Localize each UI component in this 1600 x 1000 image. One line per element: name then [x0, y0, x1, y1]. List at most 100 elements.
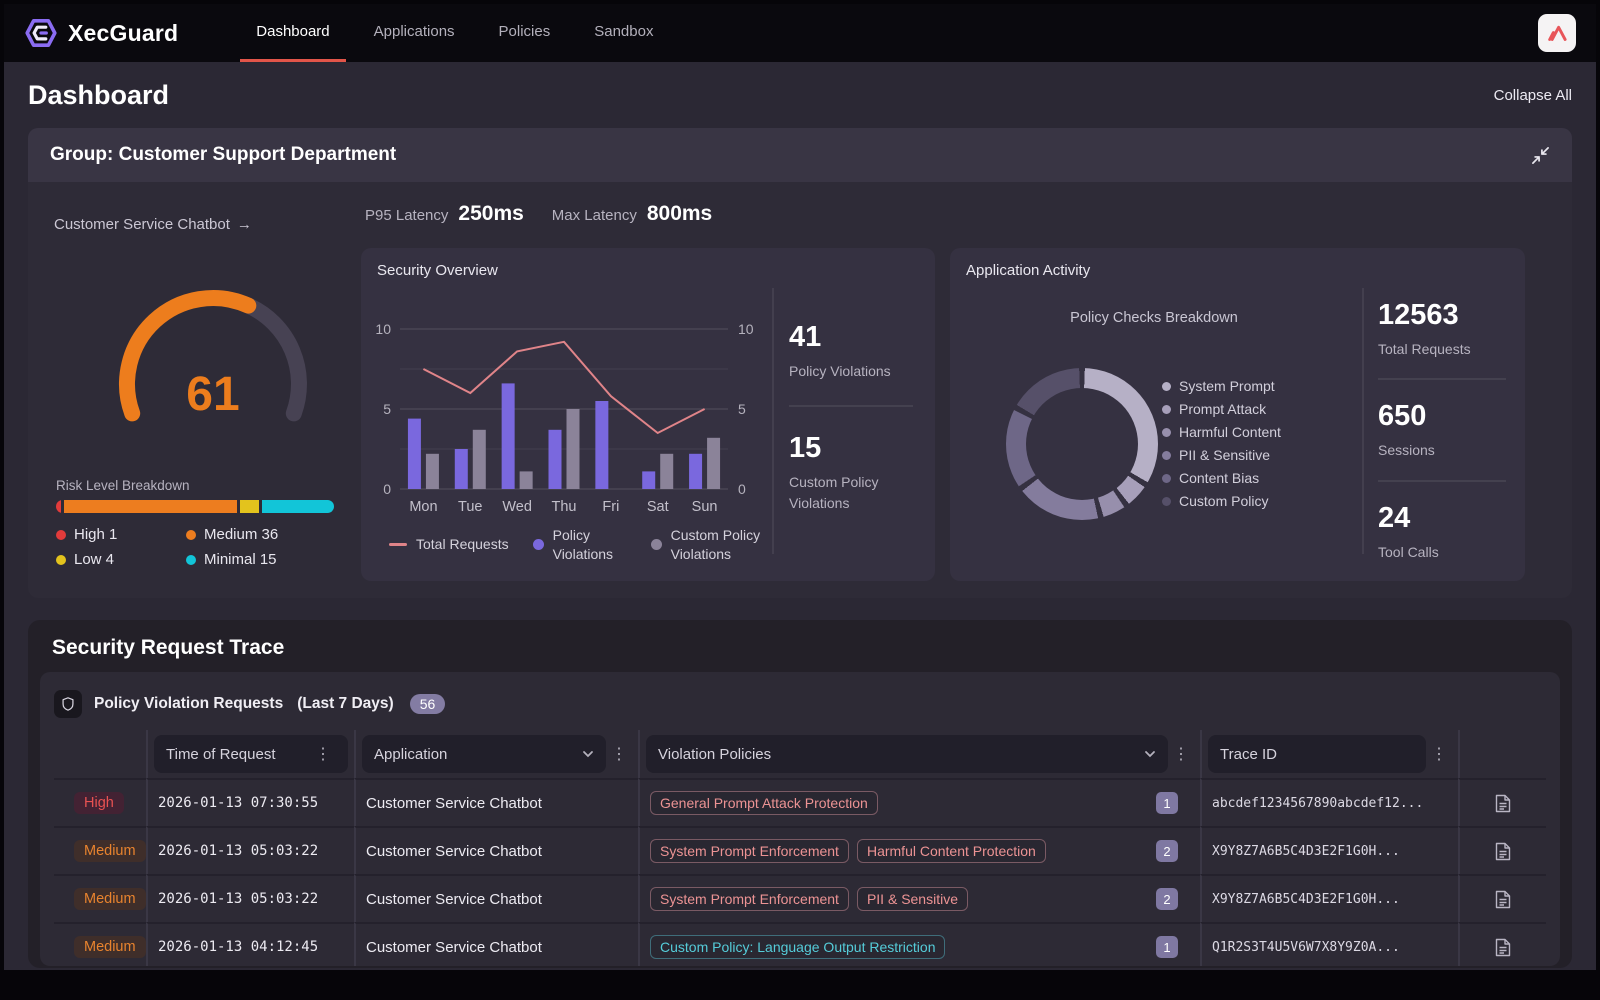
row-0-severity[interactable]: High [54, 778, 146, 826]
policy-violations-value: 41 [789, 320, 913, 354]
risk-legend-label: Minimal 15 [204, 551, 277, 568]
severity-badge-medium: Medium [74, 936, 146, 958]
legend-label: Policy Violations [553, 526, 627, 564]
risk-legend-minimal: Minimal 15 [186, 551, 336, 568]
donut-legend-prompt-attack: Prompt Attack [1162, 401, 1281, 417]
row-3-application[interactable]: Customer Service Chatbot [354, 922, 638, 966]
row-0-application[interactable]: Customer Service Chatbot [354, 778, 638, 826]
donut-legend-custom-policy: Custom Policy [1162, 493, 1281, 509]
legend-dot [186, 555, 196, 565]
row-1-time[interactable]: 2026-01-13 05:03:22 [146, 826, 354, 874]
column-menu-icon[interactable]: ⋮ [1426, 744, 1452, 764]
legend-policy-violations: Policy Violations [533, 526, 627, 564]
corner-app-button[interactable] [1538, 14, 1576, 52]
collapse-all-button[interactable]: Collapse All [1494, 87, 1572, 104]
row-0-policies[interactable]: General Prompt Attack Protection1 [638, 778, 1200, 826]
divider [789, 405, 913, 407]
panel-title: Policy Violation Requests [94, 695, 283, 713]
column-header-actions [1458, 730, 1546, 778]
nav-item-dashboard[interactable]: Dashboard [240, 4, 345, 62]
risk-score-gauge: 61 [98, 274, 328, 439]
security-request-trace-title: Security Request Trace [28, 620, 1572, 672]
column-menu-icon[interactable]: ⋮ [1168, 744, 1194, 764]
chevron-down-icon[interactable] [1144, 750, 1156, 758]
row-2-severity[interactable]: Medium [54, 874, 146, 922]
risk-bar-segment-minimal [262, 500, 334, 513]
custom-policy-violations-label: Custom Policy Violations [789, 472, 913, 513]
application-name: Customer Service Chatbot [366, 795, 542, 812]
row-2-application[interactable]: Customer Service Chatbot [354, 874, 638, 922]
document-icon[interactable] [1495, 938, 1511, 957]
nav-item-policies[interactable]: Policies [483, 4, 567, 62]
document-icon[interactable] [1495, 842, 1511, 861]
legend-label: Custom Policy Violations [671, 526, 775, 564]
row-1-severity[interactable]: Medium [54, 826, 146, 874]
row-3-trace-id[interactable]: Q1R2S3T4U5V6W7X8Y9Z0A... [1200, 922, 1458, 966]
application-name: Customer Service Chatbot [366, 843, 542, 860]
trace-id-value: X9Y8Z7A6B5C4D3E2F1G0H... [1212, 844, 1400, 859]
row-0-actions [1458, 778, 1546, 826]
svg-text:Fri: Fri [602, 499, 619, 515]
svg-text:0: 0 [383, 481, 391, 497]
request-time: 2026-01-13 05:03:22 [158, 891, 318, 907]
row-3-policies[interactable]: Custom Policy: Language Output Restricti… [638, 922, 1200, 966]
chevron-down-icon[interactable] [582, 750, 594, 758]
policy-pill: Custom Policy: Language Output Restricti… [650, 935, 945, 959]
column-filter-time-of-request[interactable]: Time of Request⋮ [154, 735, 348, 773]
column-filter-trace-id[interactable]: Trace ID [1208, 735, 1426, 773]
donut-hole [1026, 388, 1138, 500]
policy-count-badge: 1 [1156, 792, 1178, 814]
document-icon[interactable] [1495, 890, 1511, 909]
donut-legend-system-prompt: System Prompt [1162, 378, 1281, 394]
row-3-actions [1458, 922, 1546, 966]
column-header-severity [54, 730, 146, 778]
svg-text:Sat: Sat [647, 499, 669, 515]
policy-pill: System Prompt Enforcement [650, 839, 849, 863]
request-time: 2026-01-13 05:03:22 [158, 843, 318, 859]
trace-id-value: Q1R2S3T4U5V6W7X8Y9Z0A... [1212, 940, 1400, 955]
row-1-policies[interactable]: System Prompt EnforcementHarmful Content… [638, 826, 1200, 874]
row-0-time[interactable]: 2026-01-13 07:30:55 [146, 778, 354, 826]
collapse-group-icon[interactable] [1531, 146, 1550, 165]
page-title: Dashboard [28, 80, 169, 111]
row-3-time[interactable]: 2026-01-13 04:12:45 [146, 922, 354, 966]
policy-pill: PII & Sensitive [857, 887, 968, 911]
document-icon[interactable] [1495, 794, 1511, 813]
column-menu-icon[interactable]: ⋮ [606, 744, 632, 764]
nav-item-sandbox[interactable]: Sandbox [578, 4, 669, 62]
row-2-policies[interactable]: System Prompt EnforcementPII & Sensitive… [638, 874, 1200, 922]
legend-dot [1162, 451, 1171, 460]
security-overview-legend: Total Requests Policy Violations Custom Po… [389, 526, 775, 564]
risk-breakdown-label: Risk Level Breakdown [56, 478, 190, 493]
latency-value-1: 800ms [647, 202, 712, 226]
arrow-right-icon: → [237, 216, 252, 233]
column-header-application: Application⋮ [354, 730, 638, 778]
risk-legend-high: High 1 [56, 526, 186, 543]
latency-label-0: P95 Latency [365, 207, 448, 224]
row-1-trace-id[interactable]: X9Y8Z7A6B5C4D3E2F1G0H... [1200, 826, 1458, 874]
svg-text:Sun: Sun [692, 499, 718, 515]
donut-legend-label: PII & Sensitive [1179, 447, 1270, 463]
customer-service-chatbot-link[interactable]: Customer Service Chatbot → [54, 216, 252, 233]
total-requests-label: Total Requests [1378, 339, 1506, 359]
svg-text:0: 0 [738, 481, 746, 497]
policy-violations-label: Policy Violations [789, 361, 913, 381]
security-request-trace-section: Security Request Trace Policy Violation … [28, 620, 1572, 968]
row-2-time[interactable]: 2026-01-13 05:03:22 [146, 874, 354, 922]
violation-requests-table: Time of Request⋮Application⋮Violation Po… [54, 730, 1546, 966]
line-swatch [389, 543, 407, 546]
nav-item-applications[interactable]: Applications [358, 4, 471, 62]
row-1-application[interactable]: Customer Service Chatbot [354, 826, 638, 874]
column-filter-application[interactable]: Application [362, 735, 606, 773]
svg-text:Tue: Tue [458, 499, 482, 515]
legend-dot [1162, 382, 1171, 391]
security-overview-card: Security Overview 00551010MonTueWedThuFr… [361, 248, 935, 581]
row-3-severity[interactable]: Medium [54, 922, 146, 966]
legend-total-requests: Total Requests [389, 535, 509, 554]
column-menu-icon[interactable]: ⋮ [310, 744, 336, 764]
row-2-trace-id[interactable]: X9Y8Z7A6B5C4D3E2F1G0H... [1200, 874, 1458, 922]
row-0-trace-id[interactable]: abcdef1234567890abcdef12... [1200, 778, 1458, 826]
svg-text:Mon: Mon [409, 499, 437, 515]
brand[interactable]: XecGuard [24, 16, 178, 50]
column-filter-violation-policies[interactable]: Violation Policies [646, 735, 1168, 773]
